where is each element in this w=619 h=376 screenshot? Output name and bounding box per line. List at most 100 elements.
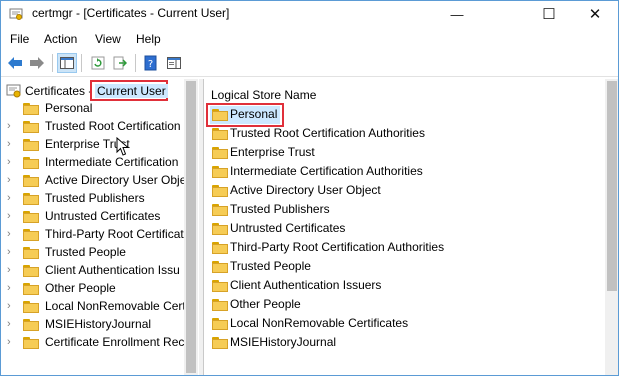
console-tree-icon bbox=[60, 57, 74, 69]
list-item[interactable]: Trusted Root Certification Authorities bbox=[210, 125, 600, 143]
expand-chevron-icon[interactable]: › bbox=[7, 210, 11, 222]
show-hide-console-tree-button[interactable] bbox=[57, 53, 77, 73]
expand-chevron-icon[interactable]: › bbox=[7, 318, 11, 330]
folder-icon bbox=[212, 166, 228, 178]
show-hide-action-pane-button[interactable] bbox=[164, 53, 184, 73]
list-item-label: Third-Party Root Certification Authoriti… bbox=[230, 240, 445, 254]
help-button[interactable]: ? bbox=[141, 53, 161, 73]
back-button[interactable] bbox=[5, 53, 25, 73]
tree-item[interactable]: › Certificate Enrollment Rec bbox=[1, 334, 184, 352]
refresh-icon bbox=[91, 56, 105, 70]
folder-icon bbox=[212, 337, 228, 349]
menu-file[interactable]: File bbox=[10, 32, 29, 46]
expand-chevron-icon[interactable]: › bbox=[7, 120, 11, 132]
tree-item-label: Third-Party Root Certificat bbox=[45, 227, 184, 241]
tree-item[interactable]: › Enterprise Trust bbox=[1, 136, 184, 154]
expand-chevron-icon[interactable]: › bbox=[7, 264, 11, 276]
maximize-button[interactable]: ☐ bbox=[526, 1, 572, 27]
tree-item-label: Local NonRemovable Certi bbox=[45, 299, 189, 313]
list-item-label: Trusted Publishers bbox=[230, 202, 330, 216]
tree-item-label: Untrusted Certificates bbox=[45, 209, 161, 223]
folder-icon bbox=[23, 139, 39, 151]
tree-item[interactable]: Personal bbox=[1, 100, 184, 118]
list-item[interactable]: MSIEHistoryJournal bbox=[210, 334, 600, 352]
list-item[interactable]: Enterprise Trust bbox=[210, 144, 600, 162]
expand-chevron-icon[interactable]: › bbox=[7, 228, 11, 240]
expand-chevron-icon[interactable]: › bbox=[7, 282, 11, 294]
tree-item[interactable]: › Trusted Publishers bbox=[1, 190, 184, 208]
tree-item[interactable]: › Untrusted Certificates bbox=[1, 208, 184, 226]
folder-icon bbox=[23, 103, 39, 115]
list-item[interactable]: Untrusted Certificates bbox=[210, 220, 600, 238]
folder-icon bbox=[212, 223, 228, 235]
list-item-label: Local NonRemovable Certificates bbox=[230, 316, 409, 330]
toolbar-separator bbox=[81, 54, 82, 72]
folder-icon bbox=[23, 229, 39, 241]
tree-item[interactable]: › Active Directory User Obje bbox=[1, 172, 186, 190]
menu-view[interactable]: View bbox=[95, 32, 121, 46]
folder-icon bbox=[212, 280, 228, 292]
mouse-cursor-icon bbox=[116, 137, 130, 156]
list-vertical-scrollbar[interactable] bbox=[605, 79, 618, 375]
tree-item-label: Trusted Root Certification bbox=[45, 119, 181, 133]
expand-chevron-icon[interactable]: › bbox=[7, 174, 11, 186]
logical-store-name-column-header[interactable]: Logical Store Name bbox=[211, 88, 316, 102]
tree-item[interactable]: › Intermediate Certification bbox=[1, 154, 184, 172]
tree-item[interactable]: › Trusted Root Certification bbox=[1, 118, 184, 136]
tree-vertical-scrollbar[interactable] bbox=[184, 79, 198, 375]
export-list-button[interactable] bbox=[110, 53, 130, 73]
tree-root-certificates-current-user[interactable]: Certificates - Current User bbox=[1, 80, 186, 101]
tree-item-label: Intermediate Certification bbox=[45, 155, 179, 169]
tree-item[interactable]: › Third-Party Root Certificat bbox=[1, 226, 184, 244]
certmgr-window: certmgr - [Certificates - Current User] … bbox=[0, 0, 619, 376]
tree-item[interactable]: › MSIEHistoryJournal bbox=[1, 316, 184, 334]
expand-chevron-icon[interactable]: › bbox=[7, 192, 11, 204]
action-pane-icon bbox=[167, 57, 181, 69]
list-item-label: Trusted People bbox=[230, 259, 311, 273]
back-arrow-icon bbox=[8, 57, 22, 69]
list-item-label: Trusted Root Certification Authorities bbox=[230, 126, 425, 140]
close-button[interactable]: ✕ bbox=[572, 1, 618, 27]
export-list-icon bbox=[113, 56, 127, 70]
forward-button[interactable] bbox=[27, 53, 47, 73]
tree-item-label: Certificate Enrollment Rec bbox=[45, 335, 185, 349]
list-item-label: Untrusted Certificates bbox=[230, 221, 346, 235]
tree-item-label: Trusted Publishers bbox=[45, 191, 145, 205]
tree-item-label: Trusted People bbox=[45, 245, 126, 259]
expand-chevron-icon[interactable]: › bbox=[7, 336, 11, 348]
tree-item[interactable]: › Client Authentication Issu bbox=[1, 262, 184, 280]
toolbar-separator bbox=[52, 54, 53, 72]
tree-item[interactable]: › Other People bbox=[1, 280, 184, 298]
minimize-button[interactable]: — bbox=[434, 1, 480, 27]
folder-icon bbox=[212, 299, 228, 311]
folder-icon bbox=[23, 337, 39, 349]
expand-chevron-icon[interactable]: › bbox=[7, 300, 11, 312]
list-item-label: Personal bbox=[230, 107, 278, 121]
list-item-label: Client Authentication Issuers bbox=[230, 278, 382, 292]
title-bar: certmgr - [Certificates - Current User] … bbox=[1, 1, 618, 27]
help-icon: ? bbox=[144, 55, 157, 71]
list-item[interactable]: Client Authentication Issuers bbox=[210, 277, 600, 295]
tree-scroll-thumb[interactable] bbox=[186, 81, 196, 373]
list-item-label: Intermediate Certification Authorities bbox=[230, 164, 423, 178]
menu-help[interactable]: Help bbox=[136, 32, 161, 46]
close-icon: ✕ bbox=[588, 6, 602, 23]
tree-item-label: Personal bbox=[45, 101, 93, 115]
list-item[interactable]: Other People bbox=[210, 296, 600, 314]
list-item[interactable]: Intermediate Certification Authorities bbox=[210, 163, 600, 181]
list-item[interactable]: Active Directory User Object bbox=[210, 182, 600, 200]
list-item[interactable]: Local NonRemovable Certificates bbox=[210, 315, 600, 333]
expand-chevron-icon[interactable]: › bbox=[7, 246, 11, 258]
expand-chevron-icon[interactable]: › bbox=[7, 138, 11, 150]
expand-chevron-icon[interactable]: › bbox=[7, 156, 11, 168]
list-item[interactable]: Third-Party Root Certification Authoriti… bbox=[210, 239, 600, 257]
list-item[interactable]: Trusted People bbox=[210, 258, 600, 276]
list-scroll-thumb[interactable] bbox=[607, 81, 617, 291]
tree-item[interactable]: › Local NonRemovable Certi bbox=[1, 298, 188, 316]
menu-action[interactable]: Action bbox=[44, 32, 77, 46]
tree-root-label: Certificates - bbox=[25, 84, 93, 98]
tree-item[interactable]: › Trusted People bbox=[1, 244, 184, 262]
list-item[interactable]: Personal bbox=[206, 103, 600, 127]
refresh-button[interactable] bbox=[88, 53, 108, 73]
list-item[interactable]: Trusted Publishers bbox=[210, 201, 600, 219]
